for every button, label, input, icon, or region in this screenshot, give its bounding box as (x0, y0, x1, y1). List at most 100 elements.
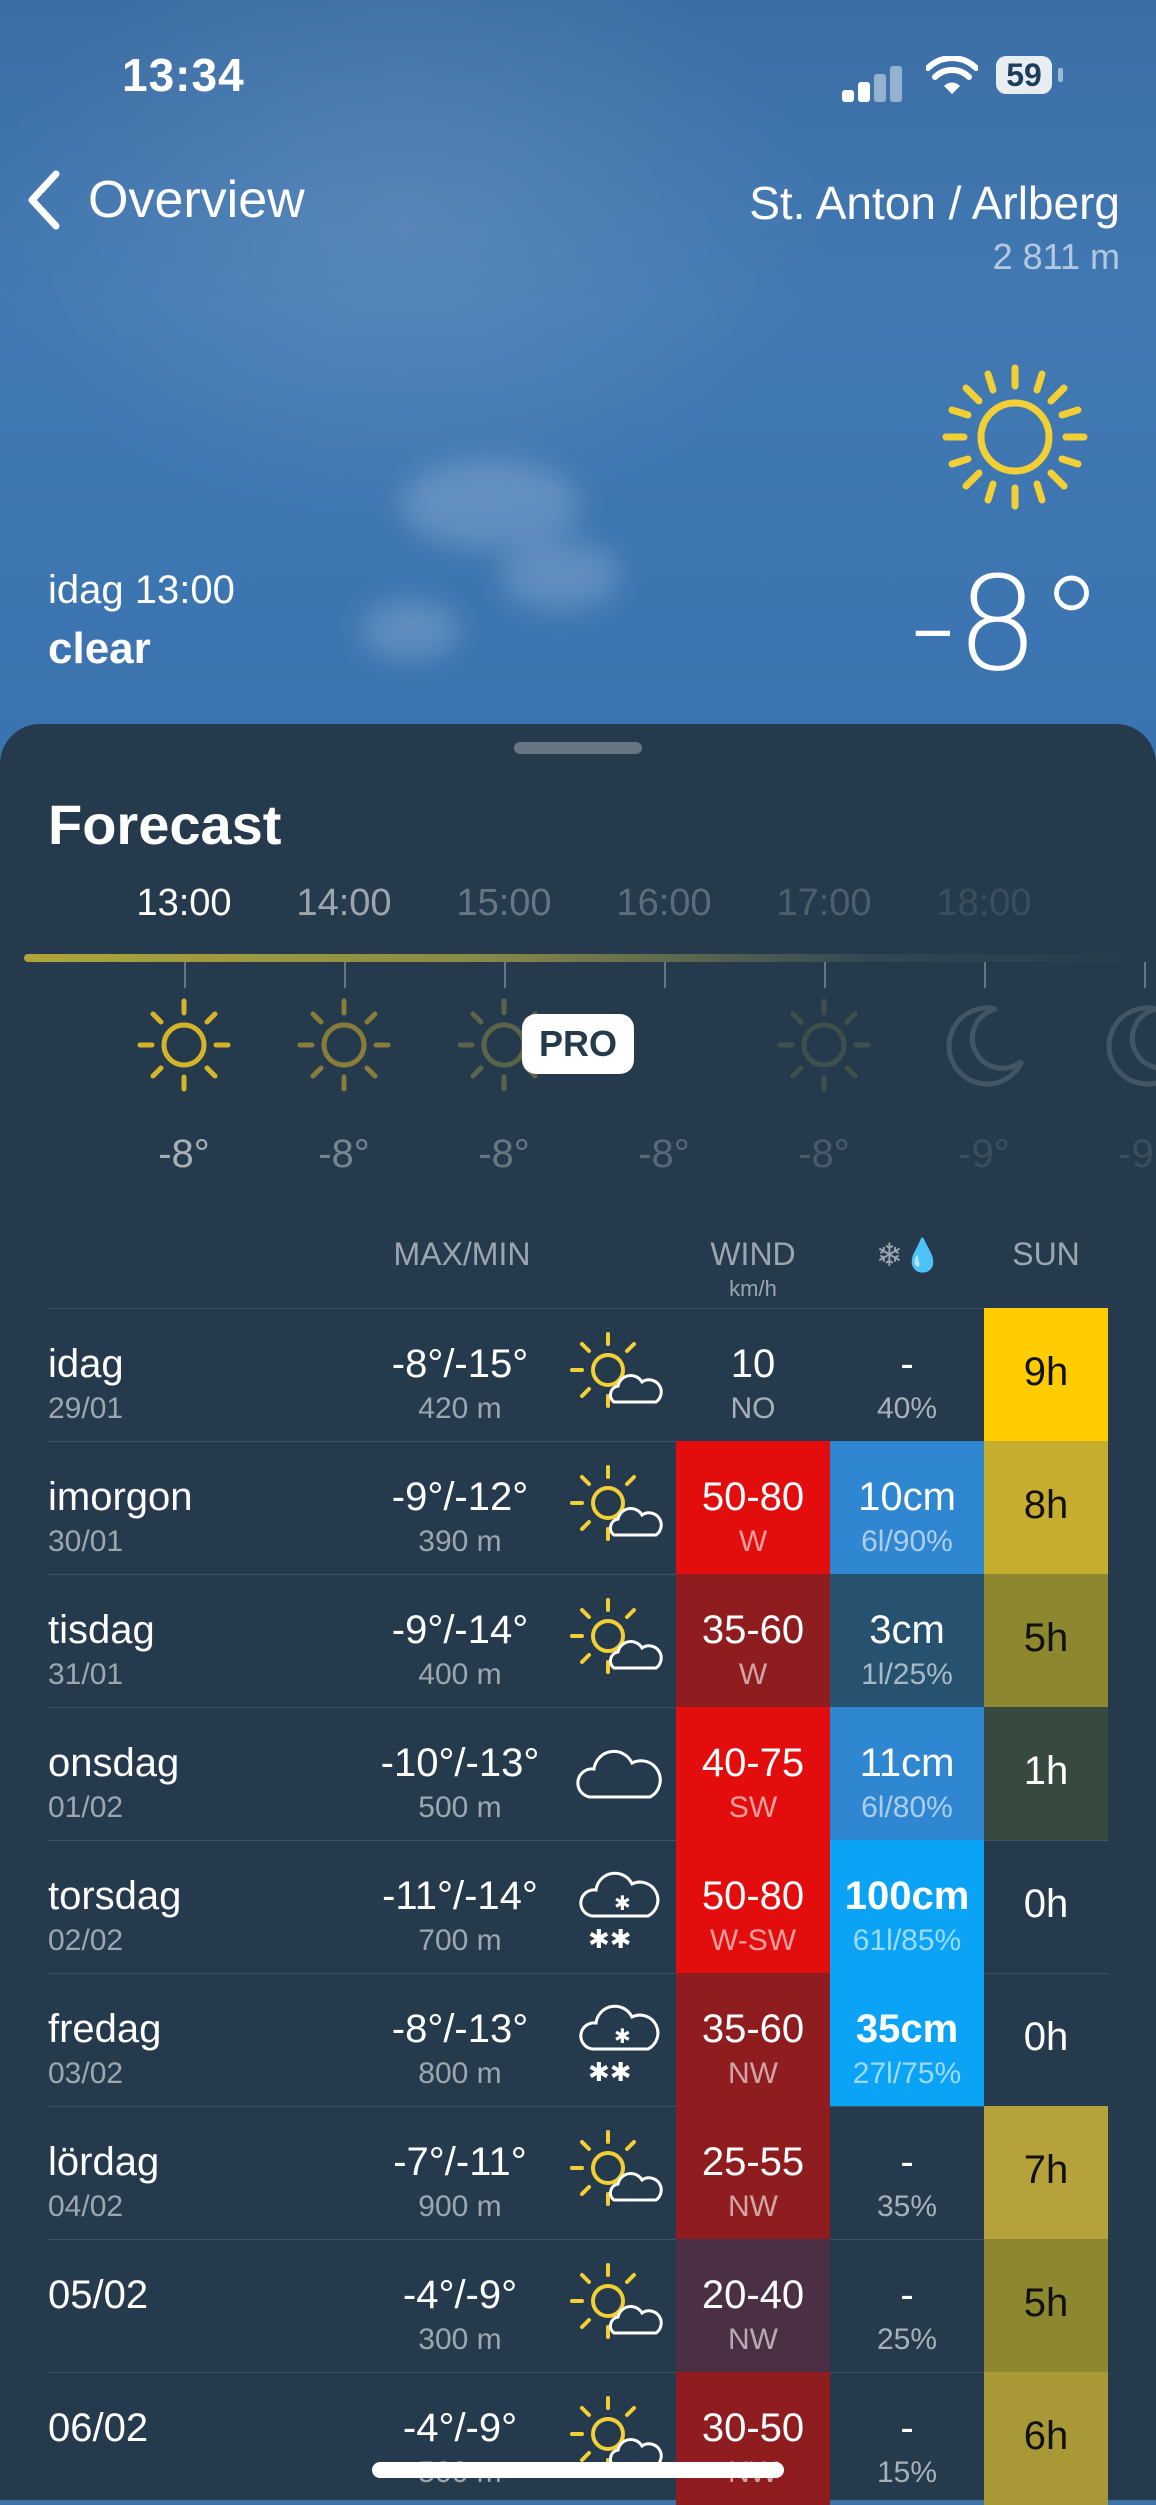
header-sun: SUN (1012, 1236, 1080, 1272)
day-name: imorgon (48, 1475, 193, 1519)
timeline-tick (984, 962, 986, 988)
snow-line-elevation: 390 m (418, 1525, 502, 1558)
snow-cell: - 40% (830, 1308, 984, 1441)
snow-cell: 11cm 6l/80% (830, 1707, 984, 1840)
day-date: 30/01 (48, 1525, 124, 1558)
current-time: idag 13:00 (48, 568, 235, 612)
sun-cloud-icon (568, 1326, 668, 1426)
forecast-row[interactable]: lördag 04/02 -7°/-11° 900 m 25-55 NW - 3… (0, 2106, 1156, 2239)
sun-cell: 7h (984, 2106, 1108, 2239)
hour-label[interactable]: 18:00 (904, 882, 1064, 925)
hour-label[interactable]: 13:00 (104, 882, 264, 925)
wind-cell: 40-75 SW (676, 1707, 830, 1840)
precipitation-info: 35% (876, 2190, 938, 2223)
battery-tip (1058, 68, 1063, 82)
sun-cloud-icon (568, 1592, 668, 1692)
timeline-tick (504, 962, 506, 988)
snow-line-elevation: 900 m (418, 2190, 502, 2223)
location-altitude: 2 811 m (992, 236, 1120, 277)
max-min-temp: -8°/-13° (391, 2007, 529, 2051)
day-name: idag (48, 1342, 124, 1386)
wind-speed: 40-75 (701, 1741, 805, 1785)
sun-hours: 5h (1023, 2281, 1069, 2325)
sheet-grabber[interactable] (514, 742, 642, 754)
forecast-row[interactable]: idag 29/01 -8°/-15° 420 m 10 NO - 40% 9h (0, 1308, 1156, 1441)
sun-cloud-icon (568, 1459, 668, 1559)
max-min-temp: -9°/-14° (391, 1608, 529, 1652)
wind-direction: NO (730, 1392, 776, 1425)
timeline-tick (1144, 962, 1146, 988)
day-date: 03/02 (48, 2057, 124, 2090)
sun-hours: 6h (1023, 2414, 1069, 2458)
wind-cell: 50-80 W (676, 1441, 830, 1574)
forecast-row[interactable]: torsdag 02/02 -11°/-14° 700 m ✱✱ ✱ 50-80 … (0, 1840, 1156, 1973)
moon-icon (1064, 990, 1156, 1100)
day-name: onsdag (48, 1741, 180, 1785)
forecast-row[interactable]: onsdag 01/02 -10°/-13° 500 m 40-75 SW 11… (0, 1707, 1156, 1840)
snow-cell: - 15% (830, 2372, 984, 2505)
precipitation-info: 40% (876, 1392, 938, 1425)
max-min-temp: -8°/-15° (391, 1342, 529, 1386)
wind-cell: 35-60 W (676, 1574, 830, 1707)
forecast-row[interactable]: 06/02 -4°/-9° 500 m 30-50 NW - 15% 6h (0, 2372, 1156, 2505)
sun-hours: 0h (1023, 2015, 1069, 2059)
wind-direction: NW (728, 2190, 778, 2223)
wifi-icon (926, 56, 978, 94)
hour-temp: -8° (638, 1132, 690, 1176)
hour-temp: -8° (318, 1132, 370, 1176)
max-min-temp: -4°/-9° (402, 2406, 518, 2450)
hourly-times[interactable]: 13:00 14:00 15:00 16:00 17:00 18:00 (0, 882, 1156, 925)
forecast-sheet[interactable]: Forecast 13:00 14:00 15:00 16:00 17:00 18:00 … (0, 724, 1156, 2505)
sun-cell: 8h (984, 1441, 1108, 1574)
pro-badge[interactable]: PRO (522, 1014, 634, 1074)
wind-direction: W-SW (709, 1924, 797, 1957)
sun-hours: 8h (1023, 1483, 1069, 1527)
sun-cloud-icon (568, 2257, 668, 2357)
raindrop-icon: 💧 (902, 1237, 943, 1273)
wind-direction: NW (728, 2057, 778, 2090)
hour-temp: -8° (798, 1132, 850, 1176)
snowfall-amount: - (900, 2406, 914, 2450)
day-name: torsdag (48, 1874, 182, 1918)
wind-cell: 50-80 W-SW (676, 1840, 830, 1973)
back-button[interactable]: Overview (24, 168, 305, 232)
snowfall-amount: - (900, 1342, 914, 1386)
hour-label[interactable]: 14:00 (264, 882, 424, 925)
hourly-temps: -8° -8° -8° -8° -8° -9° -9° (0, 1132, 1156, 1182)
wind-speed: 50-80 (701, 1475, 805, 1519)
forecast-row[interactable]: tisdag 31/01 -9°/-14° 400 m 35-60 W 3cm … (0, 1574, 1156, 1707)
svg-text:✱: ✱ (614, 1893, 631, 1915)
day-date: 02/02 (48, 1924, 124, 1957)
hour-label[interactable]: 15:00 (424, 882, 584, 925)
day-name: tisdag (48, 1608, 155, 1652)
timeline-tick (344, 962, 346, 988)
moon-icon (904, 990, 1064, 1100)
snow-line-elevation: 500 m (418, 1791, 502, 1824)
snowfall-amount: 35cm (855, 2007, 959, 2051)
hourly-timeline (24, 954, 1156, 962)
snowfall-amount: - (900, 2140, 914, 2184)
wind-cell: 25-55 NW (676, 2106, 830, 2239)
precipitation-info: 1l/25% (861, 1658, 953, 1691)
snow-cell: 35cm 27l/75% (830, 1973, 984, 2106)
wind-speed: 35-60 (701, 1608, 805, 1652)
snow-cell: - 25% (830, 2239, 984, 2372)
snow-line-elevation: 300 m (418, 2323, 502, 2356)
forecast-row[interactable]: 05/02 -4°/-9° 300 m 20-40 NW - 25% 5h (0, 2239, 1156, 2372)
hour-label[interactable]: 16:00 (584, 882, 744, 925)
precipitation-info: 25% (876, 2323, 938, 2356)
forecast-row[interactable]: fredag 03/02 -8°/-13° 800 m ✱✱ ✱ 35-60 NW… (0, 1973, 1156, 2106)
precipitation-info: 61l/85% (852, 1924, 962, 1957)
status-bar: 13:34 59 (0, 48, 1156, 108)
sun-cell: 5h (984, 2239, 1108, 2372)
day-date: 31/01 (48, 1658, 124, 1691)
timeline-tick (824, 962, 826, 988)
hour-label[interactable]: 17:00 (744, 882, 904, 925)
sun-hours: 9h (1023, 1350, 1069, 1394)
wind-speed: 30-50 (701, 2406, 805, 2450)
precipitation-info: 6l/90% (861, 1525, 953, 1558)
sun-hours: 7h (1023, 2148, 1069, 2192)
cloud-icon (568, 1725, 668, 1825)
home-indicator[interactable] (372, 2462, 784, 2478)
forecast-row[interactable]: imorgon 30/01 -9°/-12° 390 m 50-80 W 10c… (0, 1441, 1156, 1574)
